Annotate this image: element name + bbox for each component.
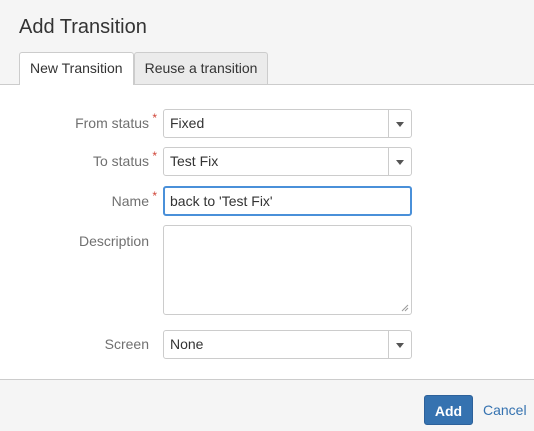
cancel-link[interactable]: Cancel [483,395,527,425]
name-input[interactable] [163,186,412,216]
screen-select[interactable]: None [163,330,412,359]
required-marker: * [152,111,157,125]
dialog-title: Add Transition [19,16,147,38]
chevron-down-icon [396,343,404,348]
from-status-select[interactable]: Fixed [163,109,412,138]
select-dropdown-button[interactable] [388,331,411,358]
description-textarea[interactable] [163,225,412,315]
to-status-label: To status * [92,149,157,169]
required-marker: * [152,189,157,203]
from-status-value: Fixed [170,115,205,131]
tab-new-transition[interactable]: New Transition [19,52,134,85]
to-status-value: Test Fix [170,153,219,169]
screen-value: None [170,336,204,352]
to-status-select[interactable]: Test Fix [163,147,412,176]
name-label: Name * [111,189,157,209]
from-status-label-text: From status [75,115,149,131]
select-dropdown-button[interactable] [388,110,411,137]
chevron-down-icon [396,122,404,127]
dialog-header: Add Transition New Transition Reuse a tr… [0,0,534,85]
chevron-down-icon [396,160,404,165]
add-transition-dialog: Add Transition New Transition Reuse a tr… [0,0,534,431]
screen-label: Screen [104,336,149,352]
required-marker: * [152,149,157,163]
tab-bar: New Transition Reuse a transition [19,52,269,85]
tab-reuse-transition[interactable]: Reuse a transition [133,52,269,84]
description-label: Description [78,233,149,249]
dialog-footer: Add Cancel [0,380,534,431]
name-label-text: Name [111,193,149,209]
select-dropdown-button[interactable] [388,148,411,175]
from-status-label: From status * [75,111,157,131]
resize-grip-icon[interactable] [401,304,409,312]
add-button[interactable]: Add [424,395,473,425]
to-status-label-text: To status [92,153,149,169]
dialog-body: From status * Fixed To status * Test Fix [0,84,534,380]
